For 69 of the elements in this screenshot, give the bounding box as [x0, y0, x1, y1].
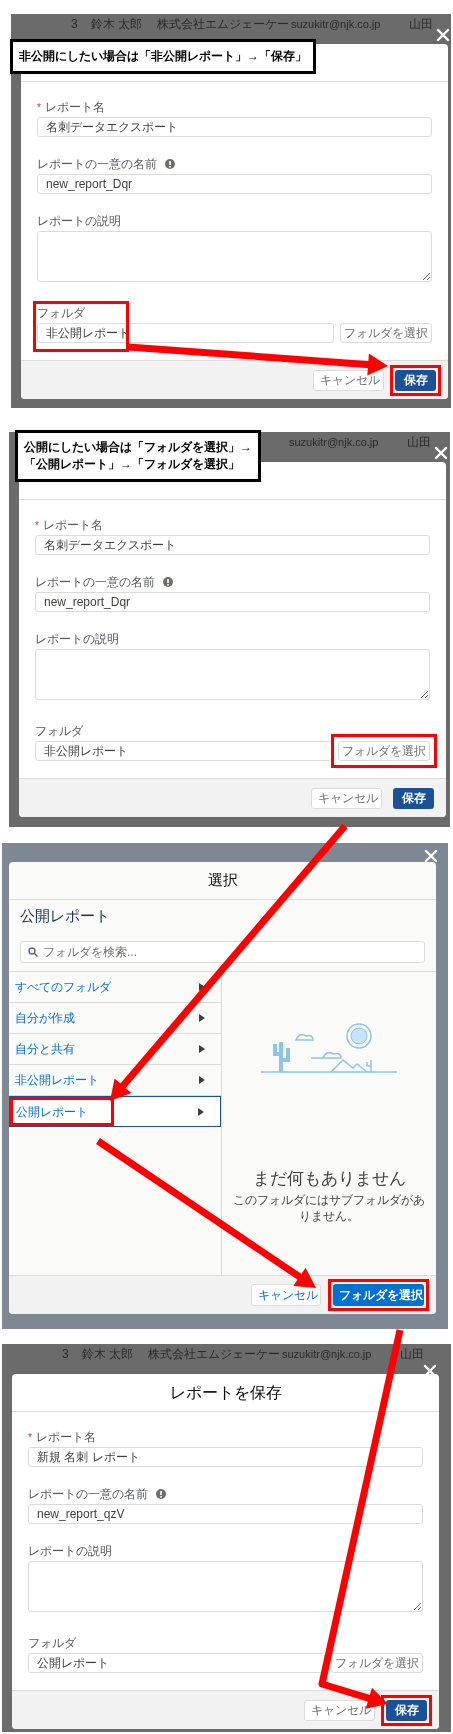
text-field[interactable]: 新規 名刺 レポート: [28, 1447, 423, 1467]
table-cell-text: suzukitr@njk.co.jp: [291, 16, 382, 32]
caret-icon: [198, 1107, 204, 1116]
dialog-title: 選択: [207, 870, 238, 891]
table-cell-text: suzukitr@njk.co.jp: [289, 434, 380, 450]
primary-button[interactable]: 保存: [393, 787, 434, 809]
text-field[interactable]: 公開レポート: [28, 1653, 325, 1673]
caret-icon: [199, 1045, 205, 1053]
field-label: レポートの一意の名前: [35, 574, 155, 591]
textarea-field[interactable]: [28, 1561, 423, 1612]
table-cell-text: 山田: [409, 16, 433, 33]
field-label: レポート名: [44, 99, 105, 116]
table-cell-text: 3: [71, 16, 79, 33]
cancel-button[interactable]: キャンセル: [251, 1284, 321, 1306]
table-cell-text: 鈴木 太郎: [91, 16, 144, 33]
field-label: フォルダ: [28, 1635, 76, 1652]
table-cell-text: 3: [62, 1346, 70, 1363]
folder-list-item[interactable]: すべてのフォルダ: [9, 972, 221, 1003]
table-cell-text: 鈴木 太郎: [82, 1346, 135, 1363]
textarea-field[interactable]: [35, 649, 430, 700]
callout-text: 非公開にしたい場合は「非公開レポート」→「保存」: [10, 39, 316, 74]
field-label: レポートの一意の名前: [28, 1486, 148, 1503]
caret-icon: [199, 1014, 205, 1022]
required-mark: *: [37, 100, 41, 115]
text-field[interactable]: 非公開レポート: [35, 741, 332, 761]
field-label: レポート名: [35, 1429, 96, 1446]
text-field[interactable]: new_report_Dqr: [35, 592, 430, 612]
required-mark: *: [28, 1430, 32, 1445]
primary-button[interactable]: 保存: [386, 1699, 427, 1721]
primary-button[interactable]: 保存: [395, 369, 436, 391]
text-field[interactable]: 名刺データエクスポート: [37, 117, 432, 137]
table-cell-text: 山田: [407, 434, 431, 451]
primary-button[interactable]: フォルダを選択: [333, 1284, 424, 1306]
folder-list-item[interactable]: 公開レポート: [9, 1096, 221, 1127]
callout-text: 公開にしたい場合は「フォルダを選択」→ 「公開レポート」→「フォルダを選択」: [15, 430, 261, 482]
cancel-button[interactable]: キャンセル: [313, 369, 384, 391]
textarea-field[interactable]: [37, 231, 432, 282]
empty-state-title: まだ何もありません: [252, 1168, 406, 1190]
table-cell-text: suzukitr@njk.co.jp: [282, 1346, 373, 1362]
cancel-button[interactable]: キャンセル: [304, 1699, 375, 1721]
text-field[interactable]: 名刺データエクスポート: [35, 535, 430, 555]
field-label: レポートの説明: [37, 213, 121, 230]
table-cell-text: 山田: [400, 1346, 424, 1363]
field-label: レポートの説明: [35, 631, 119, 648]
caret-icon: [199, 1076, 205, 1084]
dialog-title: レポートを保存: [169, 1382, 282, 1403]
table-cell-text: 株式会社エムジェーケー: [148, 1346, 281, 1363]
text-field[interactable]: new_report_qzV: [28, 1504, 423, 1524]
folder-list-item[interactable]: 自分が作成: [9, 1003, 221, 1034]
current-folder-title: 公開レポート: [20, 905, 110, 926]
cancel-button[interactable]: キャンセル: [311, 787, 382, 809]
select-folder-button[interactable]: フォルダを選択: [331, 1653, 423, 1673]
close-icon[interactable]: [424, 849, 438, 863]
required-mark: *: [35, 518, 39, 533]
search-field[interactable]: フォルダを検索...: [20, 940, 425, 963]
caret-icon: [199, 983, 205, 991]
field-label: レポートの一意の名前: [37, 156, 157, 173]
select-folder-button[interactable]: フォルダを選択: [338, 741, 430, 761]
field-label: フォルダ: [37, 305, 85, 322]
empty-state-message: このフォルダにはサブフォルダがありません。: [232, 1191, 426, 1224]
field-label: レポート名: [42, 517, 103, 534]
folder-list-item[interactable]: 自分と共有: [9, 1034, 221, 1065]
close-icon[interactable]: [434, 446, 448, 460]
close-icon[interactable]: [436, 28, 450, 42]
table-cell-text: 株式会社エムジェーケー: [157, 16, 290, 33]
select-folder-button[interactable]: フォルダを選択: [340, 323, 432, 343]
text-field[interactable]: new_report_Dqr: [37, 174, 432, 194]
field-label: レポートの説明: [28, 1543, 112, 1560]
field-label: フォルダ: [35, 723, 83, 740]
